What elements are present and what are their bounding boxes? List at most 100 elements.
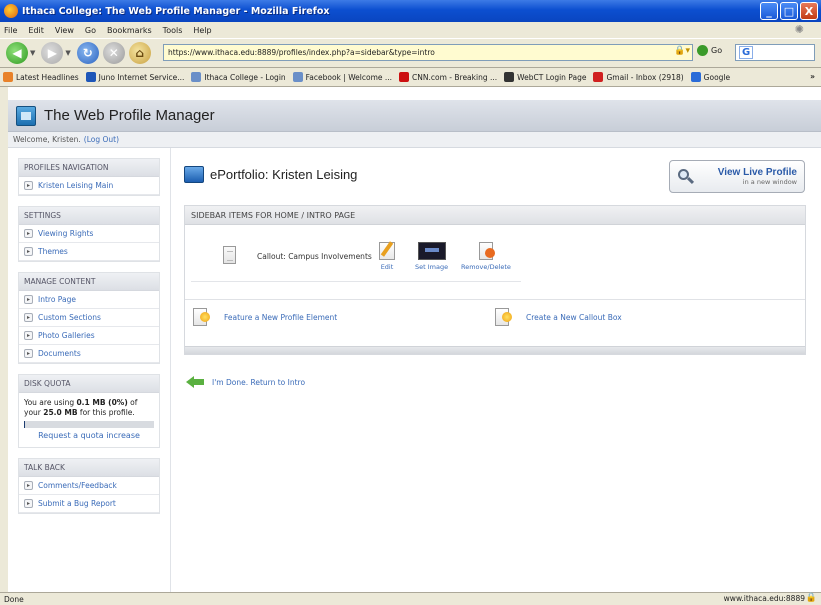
edit-icon[interactable] — [379, 242, 395, 260]
sidebar-item-label[interactable]: Viewing Rights — [38, 229, 93, 238]
google-search-icon[interactable]: G — [739, 46, 754, 59]
search-input[interactable]: G — [735, 44, 815, 61]
menu-view[interactable]: View — [55, 26, 74, 35]
sidebar-item-label[interactable]: Comments/Feedback — [38, 481, 117, 490]
logout-link[interactable]: (Log Out) — [84, 135, 119, 144]
sidebar: PROFILES NAVIGATION ▸ Kristen Leising Ma… — [8, 148, 171, 592]
create-callout-label[interactable]: Create a New Callout Box — [526, 313, 622, 322]
forward-dropdown-icon[interactable]: ▼ — [65, 49, 70, 57]
add-document-icon[interactable] — [193, 308, 210, 326]
home-icon[interactable]: ⌂ — [128, 42, 151, 64]
bookmark-label[interactable]: CNN.com - Breaking ... — [412, 73, 497, 82]
menu-bookmarks[interactable]: Bookmarks — [107, 26, 152, 35]
sidebar-item-bug-report[interactable]: ▸ Submit a Bug Report — [19, 495, 159, 513]
done-label[interactable]: I'm Done. Return to Intro — [212, 378, 305, 387]
bookmark-favicon-icon — [593, 72, 604, 82]
menu-help[interactable]: Help — [193, 26, 211, 35]
live-profile-label[interactable]: View Live Profile — [718, 167, 797, 178]
bookmark-item[interactable]: Juno Internet Service... — [85, 72, 185, 82]
close-button[interactable]: X — [800, 2, 818, 20]
menu-tools[interactable]: Tools — [163, 26, 183, 35]
sidebar-item-comments[interactable]: ▸ Comments/Feedback — [19, 477, 159, 495]
bookmark-label[interactable]: Juno Internet Service... — [99, 73, 185, 82]
back-dropdown-icon[interactable]: ▼ — [30, 49, 35, 57]
menu-go[interactable]: Go — [85, 26, 96, 35]
minimize-button[interactable]: _ — [760, 2, 778, 20]
forward-arrow-icon[interactable]: ▶ — [41, 42, 64, 64]
url-bar[interactable]: https://www.ithaca.edu:8889/profiles/ind… — [163, 44, 693, 61]
bookmark-label[interactable]: Latest Headlines — [16, 73, 79, 82]
stop-icon[interactable]: ✕ — [102, 42, 125, 64]
bookmark-label[interactable]: Ithaca College - Login — [204, 73, 285, 82]
bullet-arrow-icon: ▸ — [24, 229, 33, 238]
sidebar-item-intro-page[interactable]: ▸ Intro Page — [19, 291, 159, 309]
main-content: ePortfolio: Kristen Leising View Live Pr… — [172, 148, 821, 592]
back-arrow-icon[interactable]: ◀ — [6, 42, 28, 64]
back-arrow-icon[interactable] — [186, 376, 204, 388]
remove-button[interactable]: Remove/Delete — [461, 242, 511, 271]
bookmark-item[interactable]: Gmail - Inbox (2918) — [593, 72, 684, 82]
view-live-profile-button[interactable]: View Live Profile in a new window — [669, 160, 805, 193]
bookmark-label[interactable]: Google — [704, 73, 730, 82]
lock-icon[interactable]: 🔒▾ — [674, 46, 690, 56]
bullet-arrow-icon: ▸ — [24, 499, 33, 508]
sidebar-item-photo-galleries[interactable]: ▸ Photo Galleries — [19, 327, 159, 345]
sidebar-item-custom-sections[interactable]: ▸ Custom Sections — [19, 309, 159, 327]
quota-total: 25.0 MB — [43, 408, 78, 417]
firefox-icon — [4, 4, 18, 18]
set-image-label[interactable]: Set Image — [415, 263, 448, 271]
feature-element-link[interactable]: Feature a New Profile Element — [193, 308, 337, 326]
set-image-button[interactable]: Set Image — [415, 242, 448, 271]
edit-button[interactable]: Edit — [379, 242, 395, 271]
sidebar-item-viewing-rights[interactable]: ▸ Viewing Rights — [19, 225, 159, 243]
request-quota-link[interactable]: Request a quota increase — [24, 431, 154, 441]
url-text[interactable]: https://www.ithaca.edu:8889/profiles/ind… — [168, 48, 435, 57]
bookmark-favicon-icon — [504, 72, 515, 82]
bookmark-item[interactable]: Latest Headlines — [3, 72, 79, 82]
bullet-arrow-icon: ▸ — [24, 331, 33, 340]
sidebar-item-themes[interactable]: ▸ Themes — [19, 243, 159, 261]
image-icon[interactable] — [417, 242, 446, 260]
bookmarks-overflow-icon[interactable]: » — [810, 72, 815, 81]
reload-icon[interactable]: ↻ — [76, 42, 99, 64]
panel-heading: SIDEBAR ITEMS FOR HOME / INTRO PAGE — [185, 206, 805, 225]
remove-icon[interactable] — [478, 242, 495, 260]
bullet-arrow-icon: ▸ — [24, 181, 33, 190]
live-profile-text[interactable]: View Live Profile in a new window — [718, 167, 797, 186]
remove-label[interactable]: Remove/Delete — [461, 263, 511, 271]
sidebar-item-label[interactable]: Intro Page — [38, 295, 76, 304]
bookmark-label[interactable]: Facebook | Welcome ... — [306, 73, 392, 82]
bullet-arrow-icon: ▸ — [24, 295, 33, 304]
bookmark-label[interactable]: WebCT Login Page — [517, 73, 586, 82]
bookmark-label[interactable]: Gmail - Inbox (2918) — [606, 73, 683, 82]
create-callout-link[interactable]: Create a New Callout Box — [495, 308, 622, 326]
bookmark-item[interactable]: Ithaca College - Login — [191, 72, 286, 82]
sidebar-item-main[interactable]: ▸ Kristen Leising Main — [19, 177, 159, 195]
sidebar-item-label[interactable]: Kristen Leising Main — [38, 181, 113, 190]
secure-lock-icon[interactable]: 🔒 — [806, 593, 817, 603]
done-link[interactable]: I'm Done. Return to Intro — [186, 376, 305, 388]
sidebar-item-label[interactable]: Themes — [38, 247, 68, 256]
edit-label[interactable]: Edit — [381, 263, 394, 271]
sidebar-item-label[interactable]: Submit a Bug Report — [38, 499, 116, 508]
navigation-toolbar: ◀ ▼ ▶ ▼ ↻ ✕ ⌂ https://www.ithaca.edu:888… — [0, 38, 821, 68]
profiles-navigation-heading: PROFILES NAVIGATION — [19, 159, 159, 177]
go-button[interactable]: Go — [697, 45, 722, 56]
sidebar-item-label[interactable]: Photo Galleries — [38, 331, 95, 340]
bookmark-item[interactable]: CNN.com - Breaking ... — [399, 72, 497, 82]
bullet-arrow-icon: ▸ — [24, 313, 33, 322]
panel-divider — [185, 299, 805, 300]
menu-edit[interactable]: Edit — [28, 26, 44, 35]
maximize-button[interactable]: □ — [780, 2, 798, 20]
sidebar-item-label[interactable]: Documents — [38, 349, 81, 358]
bookmark-item[interactable]: WebCT Login Page — [504, 72, 586, 82]
menu-file[interactable]: File — [4, 26, 17, 35]
bookmark-item[interactable]: Facebook | Welcome ... — [292, 72, 392, 82]
app-title: The Web Profile Manager — [44, 107, 215, 124]
sidebar-item-documents[interactable]: ▸ Documents — [19, 345, 159, 363]
feature-element-label[interactable]: Feature a New Profile Element — [224, 313, 337, 322]
add-document-icon[interactable] — [495, 308, 512, 326]
quota-text-suffix: for this profile. — [77, 408, 135, 417]
sidebar-item-label[interactable]: Custom Sections — [38, 313, 101, 322]
bookmark-item[interactable]: Google — [690, 72, 730, 82]
